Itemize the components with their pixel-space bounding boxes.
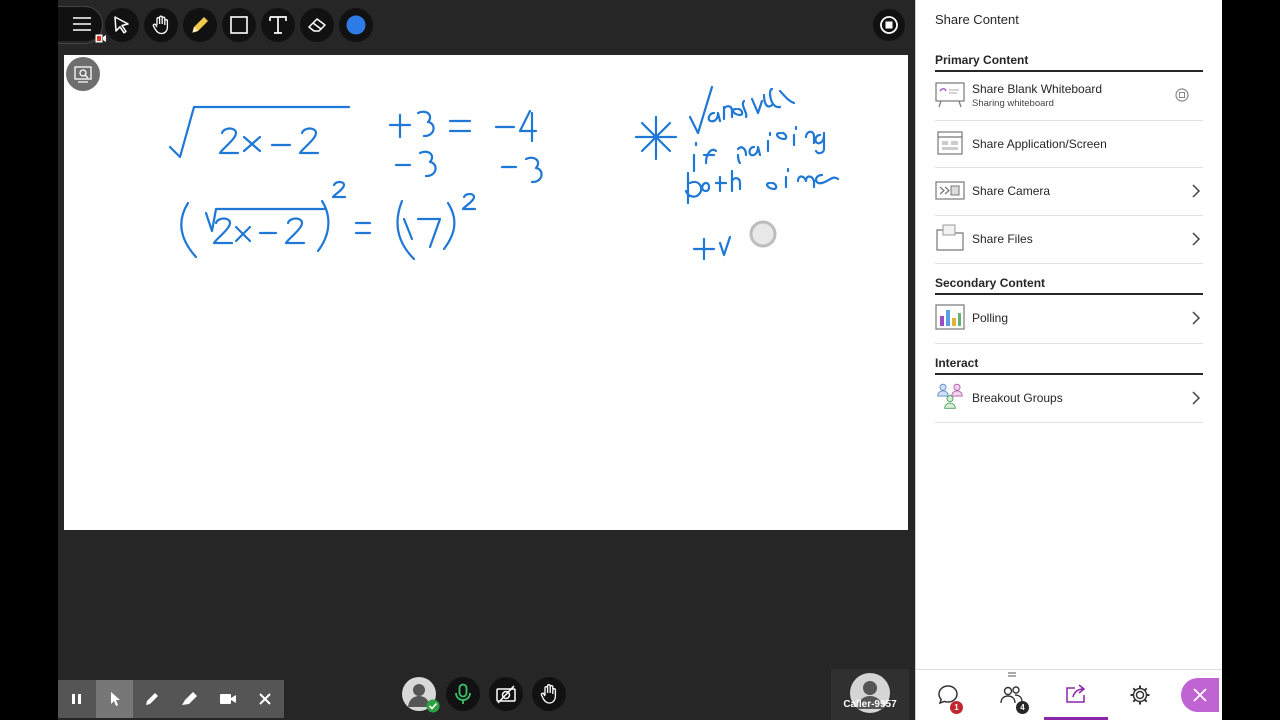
caller-name: Caller-9957 bbox=[843, 699, 897, 710]
chevron-right-icon bbox=[1192, 311, 1201, 325]
item-label: Share Camera bbox=[972, 184, 1051, 198]
pointer-icon bbox=[110, 692, 120, 706]
pause-icon bbox=[71, 694, 81, 704]
stop-record-icon bbox=[880, 16, 898, 34]
share-content-tab[interactable] bbox=[1044, 670, 1108, 720]
polling-item[interactable]: Polling bbox=[935, 295, 1203, 344]
handwriting-drawing bbox=[168, 85, 840, 261]
share-blank-whiteboard-item[interactable]: Share Blank Whiteboard Sharing whiteboar… bbox=[935, 72, 1203, 121]
secondary-content-title: Secondary Content bbox=[935, 276, 1046, 290]
chat-badge: 1 bbox=[950, 701, 963, 714]
share-content-panel: Share Content Primary Content Share Blan… bbox=[915, 0, 1222, 720]
menu-button[interactable] bbox=[58, 6, 106, 44]
panel-tab-bar: 1 4 bbox=[916, 669, 1222, 720]
close-recorder-button[interactable] bbox=[246, 680, 284, 718]
close-icon bbox=[259, 693, 271, 705]
settings-tab[interactable] bbox=[1108, 670, 1172, 720]
interact-title: Interact bbox=[935, 356, 979, 370]
pointer-tool-button[interactable] bbox=[105, 8, 139, 42]
collaborate-session: Caller-9957 Share Content Primary Conten… bbox=[58, 0, 1222, 720]
eraser-icon bbox=[308, 18, 326, 32]
chevron-right-icon bbox=[1192, 391, 1201, 405]
camera-status-icon bbox=[95, 34, 106, 43]
pause-recording-button[interactable] bbox=[58, 680, 96, 718]
pen-annotation-button[interactable] bbox=[133, 680, 171, 718]
stop-sharing-icon[interactable] bbox=[1175, 88, 1189, 102]
share-camera-icon bbox=[935, 181, 965, 200]
item-label: Breakout Groups bbox=[972, 391, 1063, 405]
chevron-right-icon bbox=[1192, 184, 1201, 198]
pencil-icon bbox=[192, 16, 209, 33]
pan-tool-button[interactable] bbox=[144, 8, 178, 42]
rectangle-icon bbox=[230, 16, 248, 34]
whiteboard-canvas[interactable] bbox=[64, 55, 908, 530]
pencil-tool-button[interactable] bbox=[183, 8, 217, 42]
pointer-icon bbox=[114, 16, 129, 34]
share-files-item[interactable]: Share Files bbox=[935, 216, 1203, 264]
text-tool-button[interactable] bbox=[261, 8, 295, 42]
raise-hand-button[interactable] bbox=[532, 677, 566, 711]
gear-icon bbox=[1130, 685, 1150, 705]
status-check-icon bbox=[426, 699, 440, 713]
attendees-badge: 4 bbox=[1016, 701, 1029, 714]
primary-content-title: Primary Content bbox=[935, 53, 1029, 67]
shape-tool-button[interactable] bbox=[222, 8, 256, 42]
text-icon bbox=[269, 16, 287, 34]
close-icon bbox=[1193, 688, 1207, 702]
breakout-groups-icon bbox=[937, 383, 963, 409]
microphone-icon bbox=[455, 683, 471, 704]
color-icon bbox=[346, 15, 366, 35]
item-label: Share Files bbox=[972, 232, 1033, 246]
color-tool-button[interactable] bbox=[339, 8, 373, 42]
item-label: Polling bbox=[972, 311, 1009, 325]
eraser-tool-button[interactable] bbox=[300, 8, 334, 42]
drag-handle-icon bbox=[1008, 672, 1016, 677]
recording-button[interactable] bbox=[873, 9, 905, 41]
highlighter-icon bbox=[181, 692, 197, 705]
polling-icon bbox=[935, 304, 965, 330]
panel-title: Share Content bbox=[935, 12, 1019, 27]
folder-icon bbox=[936, 224, 964, 251]
application-screen-icon bbox=[937, 131, 963, 155]
caller-tile[interactable]: Caller-9957 bbox=[831, 669, 909, 720]
share-application-screen-item[interactable]: Share Application/Screen bbox=[935, 121, 1203, 168]
camera-icon bbox=[219, 694, 236, 704]
recording-annotation-toolbar bbox=[58, 680, 284, 718]
item-label: Share Blank Whiteboard bbox=[972, 82, 1103, 96]
menu-icon bbox=[73, 17, 91, 31]
pan-hand-icon bbox=[152, 15, 169, 35]
raise-hand-icon bbox=[540, 684, 557, 704]
share-camera-item[interactable]: Share Camera bbox=[935, 168, 1203, 216]
highlighter-annotation-button[interactable] bbox=[171, 680, 209, 718]
item-label: Share Application/Screen bbox=[972, 137, 1107, 151]
camera-button[interactable] bbox=[489, 677, 523, 711]
microphone-button[interactable] bbox=[446, 677, 480, 711]
chevron-right-icon bbox=[1192, 232, 1201, 246]
chat-tab[interactable]: 1 bbox=[916, 670, 980, 720]
pointer-annotation-button[interactable] bbox=[95, 680, 134, 718]
item-status: Sharing whiteboard bbox=[972, 98, 1054, 109]
attendees-tab[interactable]: 4 bbox=[980, 670, 1044, 720]
pen-icon bbox=[146, 693, 159, 705]
camera-off-icon bbox=[496, 685, 516, 704]
my-status-button[interactable] bbox=[402, 677, 440, 713]
webcam-button[interactable] bbox=[209, 680, 247, 718]
laser-pointer-cursor bbox=[749, 220, 777, 248]
whiteboard-icon bbox=[935, 82, 965, 108]
share-icon bbox=[1066, 683, 1086, 703]
breakout-groups-item[interactable]: Breakout Groups bbox=[935, 375, 1203, 423]
close-panel-button[interactable] bbox=[1181, 678, 1219, 712]
